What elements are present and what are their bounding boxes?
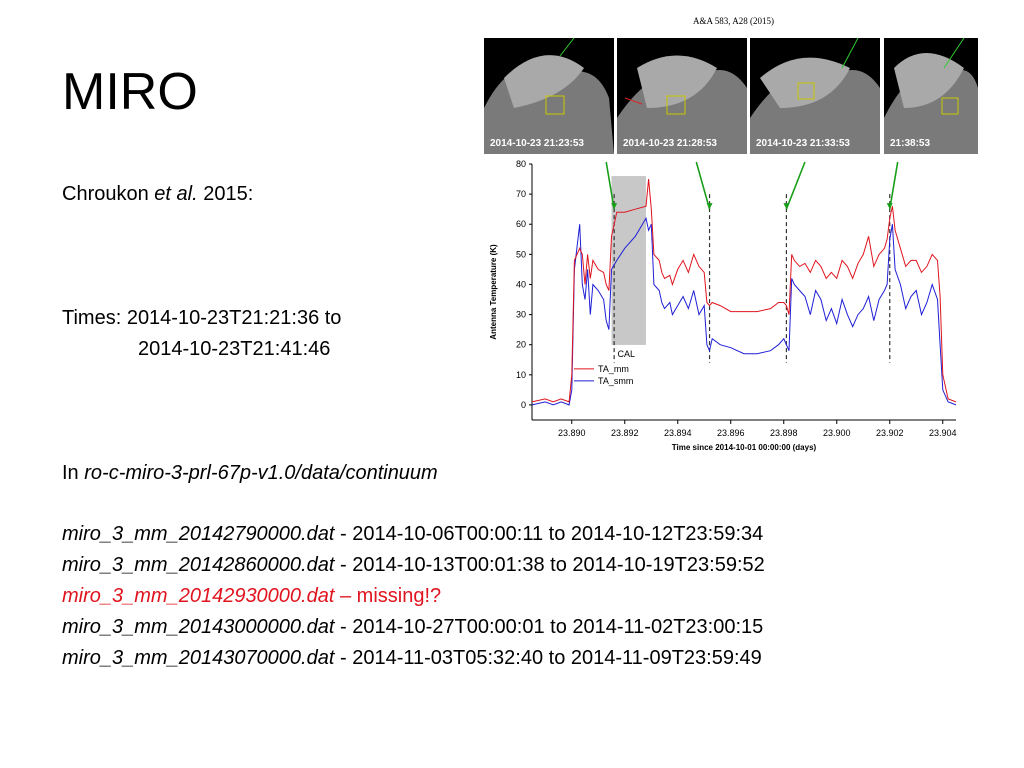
y-tick-label: 10 xyxy=(516,370,526,380)
x-tick-label: 23.894 xyxy=(664,428,692,438)
source-year: 2015: xyxy=(203,183,254,205)
file-row: miro_3_mm_20142860000.dat - 2014-10-13T0… xyxy=(62,554,765,577)
image-timestamp: 2014-10-23 21:28:53 xyxy=(623,138,717,149)
y-tick-label: 70 xyxy=(516,189,526,199)
comet-image-3: 2014-10-23 21:33:53 xyxy=(750,38,880,154)
green-arrow xyxy=(888,161,899,210)
x-tick-label: 23.900 xyxy=(823,428,851,438)
x-tick-label: 23.902 xyxy=(876,428,904,438)
file-row: miro_3_mm_20142930000.dat – missing!? xyxy=(62,585,441,608)
comet-image-2: 2014-10-23 21:28:53 xyxy=(617,38,747,154)
file-name: miro_3_mm_20143000000.dat xyxy=(62,616,335,638)
temperature-chart: CAL 0 10 20 30 40 50 60 70 80 23.890 23.892 23.894 23… xyxy=(489,159,957,452)
comet-image-1: 2014-10-23 21:23:53 xyxy=(484,38,614,154)
file-row: miro_3_mm_20143000000.dat - 2014-10-27T0… xyxy=(62,616,763,639)
x-tick-label: 23.890 xyxy=(558,428,586,438)
dir-prefix: In xyxy=(62,462,85,484)
file-range: 2014-10-13T00:01:38 to 2014-10-19T23:59:… xyxy=(352,554,765,576)
file-name: miro_3_mm_20142930000.dat xyxy=(62,585,335,607)
x-tick-label: 23.896 xyxy=(717,428,745,438)
file-separator: - xyxy=(334,554,353,576)
file-name: miro_3_mm_20143070000.dat xyxy=(62,647,335,669)
y-tick-label: 0 xyxy=(521,400,526,410)
citation: A&A 583, A28 (2015) xyxy=(693,16,774,26)
legend-label: TA_mm xyxy=(598,364,629,374)
source-etal: et al. xyxy=(154,183,198,205)
image-timestamp: 2014-10-23 21:23:53 xyxy=(490,138,584,149)
y-tick-label: 80 xyxy=(516,159,526,169)
file-separator: - xyxy=(334,523,353,545)
y-tick-label: 40 xyxy=(516,279,526,289)
file-separator: - xyxy=(334,647,353,669)
times-end: 2014-10-23T21:41:46 xyxy=(138,338,331,360)
y-tick-label: 20 xyxy=(516,340,526,350)
dir-path: ro-c-miro-3-prl-67p-v1.0/data/continuum xyxy=(84,462,438,484)
y-tick-label: 50 xyxy=(516,249,526,259)
file-separator: - xyxy=(334,616,353,638)
file-range: 2014-11-03T05:32:40 to 2014-11-09T23:59:… xyxy=(352,647,762,669)
directory-line: In ro-c-miro-3-prl-67p-v1.0/data/continu… xyxy=(62,462,438,485)
y-tick-label: 60 xyxy=(516,219,526,229)
file-range: 2014-10-06T00:00:11 to 2014-10-12T23:59:… xyxy=(352,523,764,545)
image-timestamp: 2014-10-23 21:33:53 xyxy=(756,138,850,149)
x-axis-label: Time since 2014-10-01 00:00:00 (days) xyxy=(672,443,817,452)
cal-label: CAL xyxy=(618,349,636,359)
x-tick-label: 23.892 xyxy=(611,428,639,438)
source-line: Chroukon et al. 2015: xyxy=(62,183,253,206)
file-separator: – xyxy=(334,585,357,607)
file-name: miro_3_mm_20142790000.dat xyxy=(62,523,335,545)
arrow-head xyxy=(783,203,790,210)
legend-label: TA_smm xyxy=(598,376,633,386)
green-arrow xyxy=(695,161,711,210)
file-range: missing!? xyxy=(356,585,442,607)
arrow-head xyxy=(706,203,713,210)
y-axis-label: Antenna Temperature (K) xyxy=(489,244,498,340)
times-line: Times: 2014-10-23T21:21:36 to xyxy=(62,307,342,329)
file-range: 2014-10-27T00:00:01 to 2014-11-02T23:00:… xyxy=(352,616,764,638)
source-author: Chroukon xyxy=(62,183,149,205)
image-timestamp: 21:38:53 xyxy=(890,138,931,149)
green-arrow xyxy=(785,161,806,210)
slide-title: MIRO xyxy=(62,63,198,121)
comet-image-4: 21:38:53 xyxy=(884,38,978,154)
file-row: miro_3_mm_20142790000.dat - 2014-10-06T0… xyxy=(62,523,763,546)
x-tick-label: 23.904 xyxy=(929,428,957,438)
x-tick-label: 23.898 xyxy=(770,428,798,438)
file-name: miro_3_mm_20142860000.dat xyxy=(62,554,335,576)
series-line-ta_mm xyxy=(531,179,957,403)
y-tick-label: 30 xyxy=(516,310,526,320)
file-row: miro_3_mm_20143070000.dat - 2014-11-03T0… xyxy=(62,647,762,670)
